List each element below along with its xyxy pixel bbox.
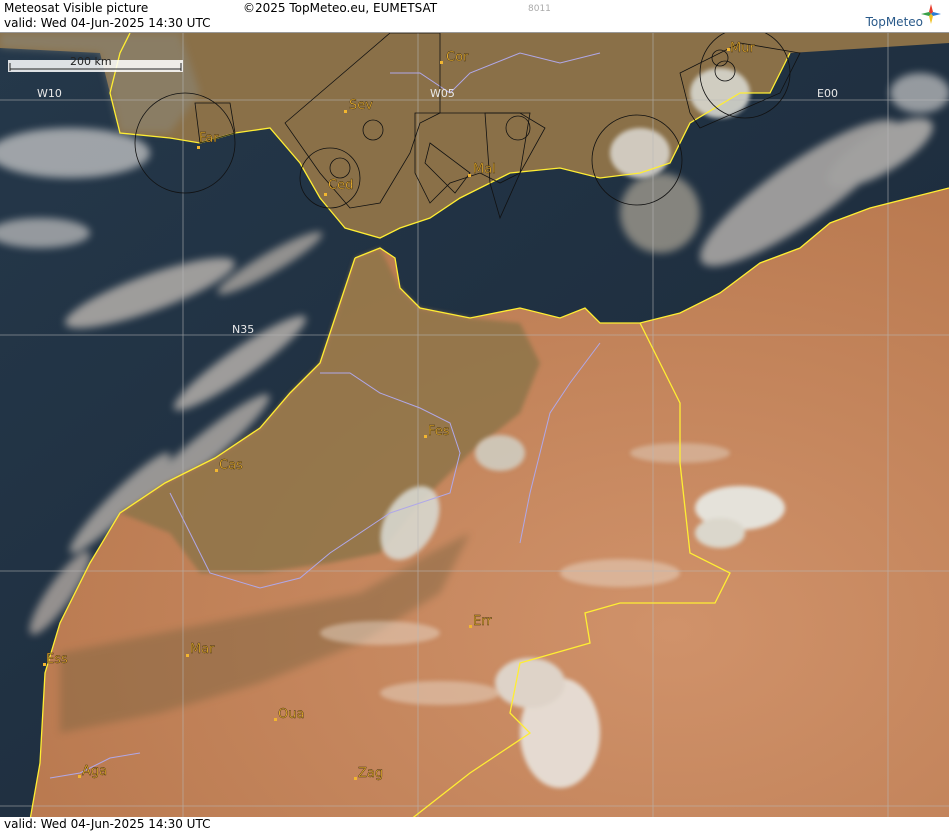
header-bar: Meteosat Visible picture valid: Wed 04-J… [0, 0, 949, 33]
city-label-sev: Sev [349, 98, 373, 113]
satellite-map[interactable]: 200 km W10 W05 E00 N35 Cor Mur Sev Far C… [0, 33, 949, 820]
image-title: Meteosat Visible picture [4, 1, 149, 15]
city-label-fes: Fes [428, 424, 450, 439]
scale-label: 200 km [70, 55, 112, 68]
city-label-mur: Mur [730, 41, 755, 56]
city-label-err: Err [473, 614, 492, 629]
valid-time-top: valid: Wed 04-Jun-2025 14:30 UTC [4, 16, 211, 30]
grid-label-w05: W05 [430, 87, 455, 100]
logo-text: TopMeteo [865, 15, 923, 29]
copyright-notice: ©2025 TopMeteo.eu, EUMETSAT [243, 1, 438, 15]
grid-label-n35: N35 [232, 323, 254, 336]
city-label-mal: Mal [473, 162, 496, 177]
city-label-far: Far [199, 131, 219, 146]
footer-bar: valid: Wed 04-Jun-2025 14:30 UTC [0, 817, 949, 832]
city-label-oua: Oua [278, 707, 304, 722]
city-label-zag: Zag [358, 766, 383, 781]
grid-label-e00: E00 [817, 87, 838, 100]
city-label-mar: Mar [190, 642, 215, 657]
product-code: 8011 [528, 4, 551, 14]
satellite-viewer: Meteosat Visible picture valid: Wed 04-J… [0, 0, 949, 832]
city-label-ced: Ced [328, 178, 353, 193]
grid-label-w10: W10 [37, 87, 62, 100]
valid-time-bottom: valid: Wed 04-Jun-2025 14:30 UTC [4, 817, 211, 831]
city-label-ess: Ess [46, 652, 68, 667]
compass-star-icon [921, 4, 941, 24]
city-label-cas: Cas [219, 458, 243, 473]
city-label-cor: Cor [446, 50, 469, 65]
city-label-aga: Aga [82, 764, 107, 779]
